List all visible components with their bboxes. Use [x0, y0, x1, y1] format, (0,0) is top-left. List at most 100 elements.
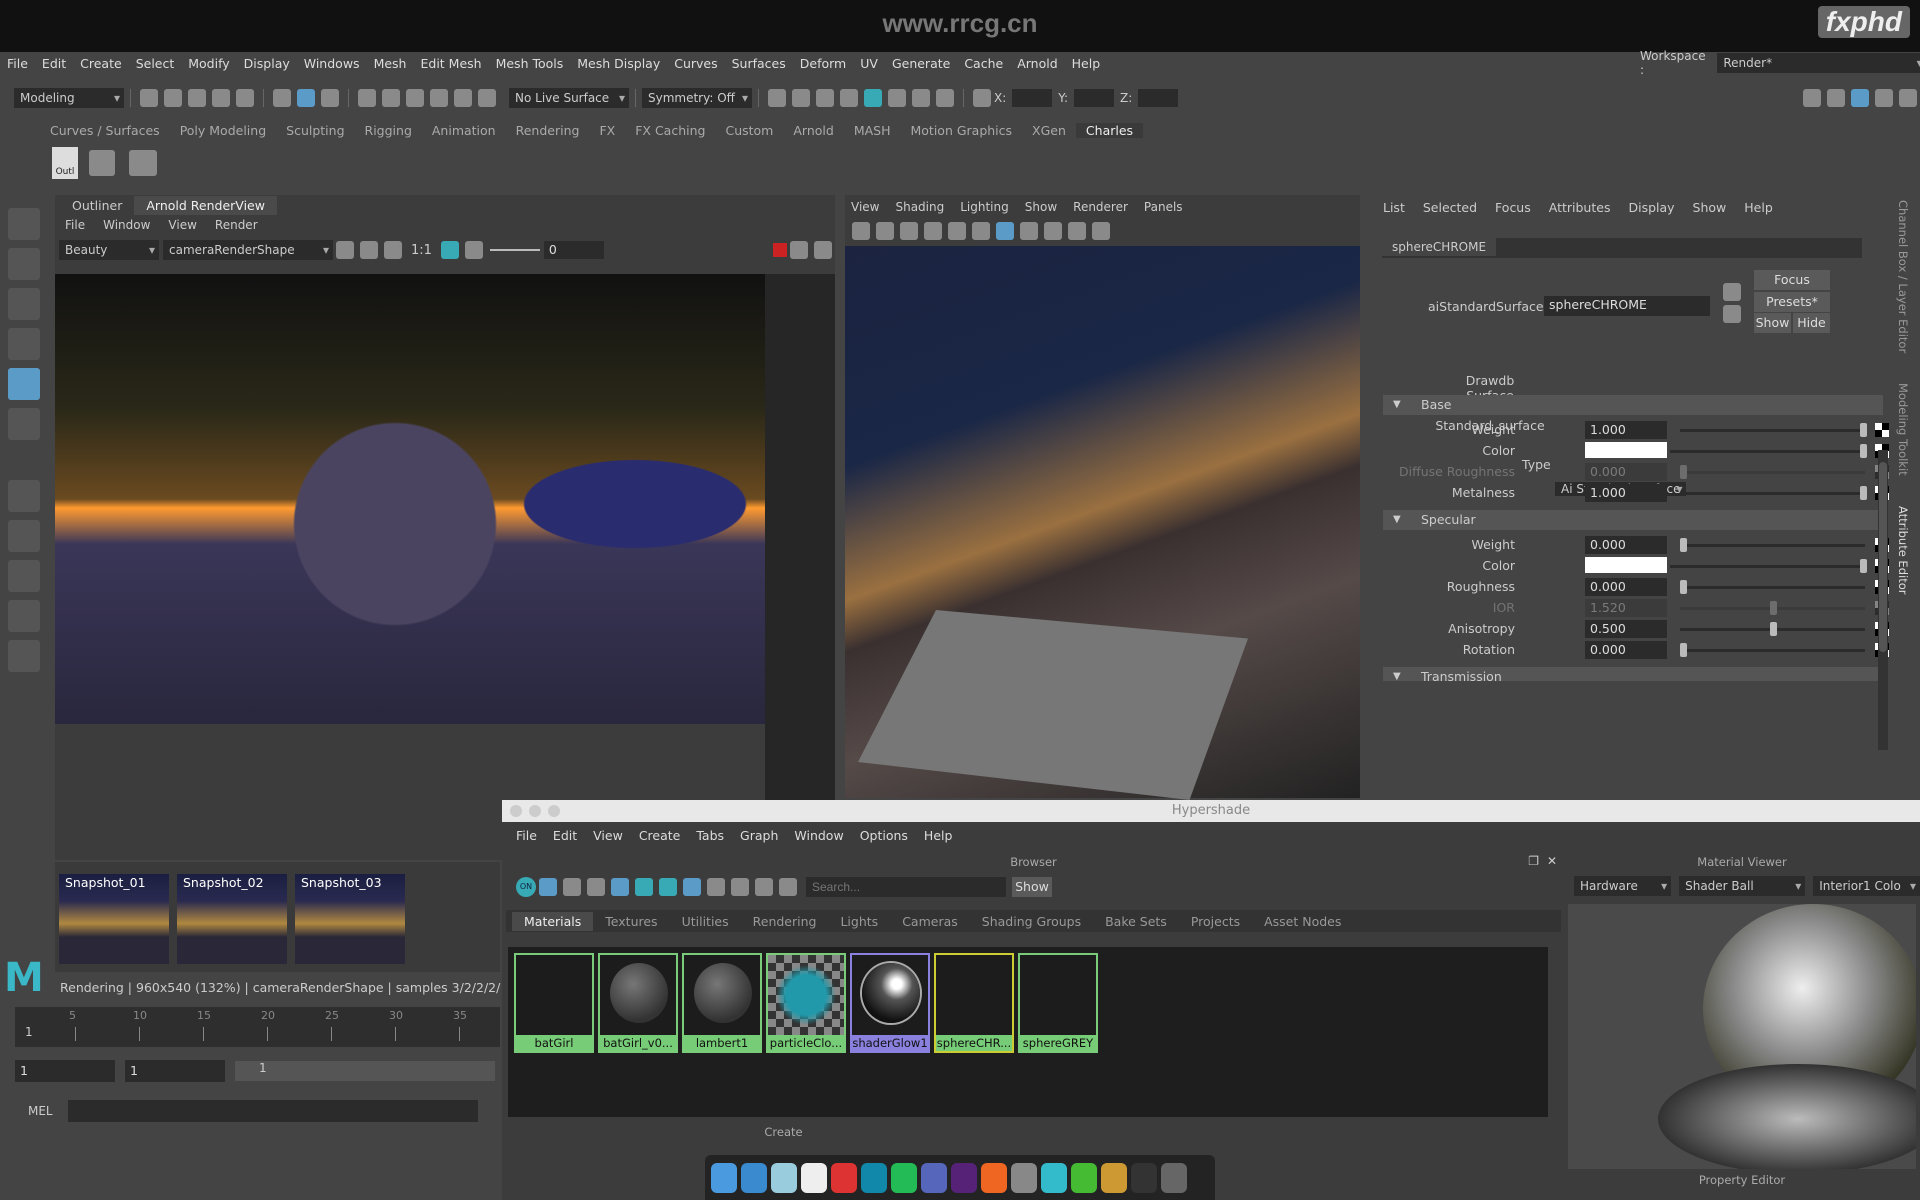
attr-scrollbar[interactable] [1878, 450, 1888, 750]
finder-icon[interactable] [711, 1162, 737, 1193]
snapshot-thumbnail[interactable]: Snapshot_03 [295, 874, 405, 964]
hypershade-menu-window[interactable]: Window [786, 828, 851, 843]
slack-icon[interactable] [951, 1162, 977, 1193]
attr-value-field[interactable]: 0.000 [1585, 463, 1667, 481]
light-editor-icon[interactable] [912, 89, 930, 107]
attr-slider-knob[interactable] [1680, 643, 1687, 657]
menu-file[interactable]: File [0, 56, 35, 71]
snap-surface-icon[interactable] [454, 89, 472, 107]
calendar-icon[interactable] [801, 1162, 827, 1193]
attr-slider-track[interactable] [1670, 450, 1865, 453]
hypershade-menu-edit[interactable]: Edit [545, 828, 585, 843]
browser-tab-materials[interactable]: Materials [512, 911, 594, 931]
system-prefs-icon[interactable] [1011, 1162, 1037, 1193]
side-tab-modeling-toolkit[interactable]: Modeling Toolkit [1896, 383, 1910, 476]
trash-icon[interactable] [1161, 1162, 1187, 1193]
attr-menu-show[interactable]: Show [1684, 200, 1736, 215]
film-gate-icon[interactable] [948, 222, 966, 240]
attr-slider-track[interactable] [1680, 492, 1865, 495]
menu-modify[interactable]: Modify [181, 56, 236, 71]
browser-tab-shading-groups[interactable]: Shading Groups [970, 912, 1093, 931]
render-frame-icon[interactable] [792, 89, 810, 107]
mode-select[interactable]: Modeling [14, 88, 124, 108]
activity-icon[interactable] [1131, 1162, 1157, 1193]
refresh-icon[interactable] [755, 878, 773, 896]
sort-name-icon[interactable] [683, 878, 701, 896]
wireframe-icon[interactable] [972, 222, 990, 240]
close-window-button[interactable] [510, 805, 522, 817]
outliner-layout-icon[interactable] [8, 640, 40, 672]
channel-box-icon[interactable] [1875, 89, 1893, 107]
hypershade-menu-view[interactable]: View [585, 828, 631, 843]
attr-slider-track[interactable] [1680, 429, 1865, 432]
list-view-icon[interactable] [563, 878, 581, 896]
material-swatch[interactable]: particleClo... [766, 953, 846, 1053]
attr-value-field[interactable]: 0.000 [1585, 536, 1667, 554]
attr-value-field[interactable]: 1.520 [1585, 599, 1667, 617]
render-image[interactable] [55, 274, 765, 724]
material-swatch[interactable]: shaderGlow1 [850, 953, 930, 1053]
shelf-tab-xgen[interactable]: XGen [1022, 123, 1076, 138]
render-settings-icon[interactable] [840, 89, 858, 107]
float-panel-icon[interactable]: ❐ [1528, 854, 1539, 868]
attr-slider-knob[interactable] [1860, 444, 1867, 458]
tab-arnold-renderview[interactable]: Arnold RenderView [134, 195, 277, 215]
outliner-shelf-icon[interactable]: Outl [52, 147, 78, 179]
shelf-tab-rendering[interactable]: Rendering [506, 123, 590, 138]
attr-slider-knob[interactable] [1860, 559, 1867, 573]
scale-tool-icon[interactable] [8, 408, 40, 440]
hypershade-shelf-icon[interactable] [89, 150, 115, 176]
icon-view-icon[interactable] [539, 878, 557, 896]
attr-slider-knob[interactable] [1770, 601, 1777, 615]
modeling-toolkit-icon[interactable] [1827, 89, 1845, 107]
attr-menu-display[interactable]: Display [1619, 200, 1683, 215]
x-field[interactable] [1012, 89, 1053, 107]
map-button-checker-icon[interactable] [1875, 423, 1889, 437]
new-scene-icon[interactable] [140, 89, 158, 107]
hypershade-menu-tabs[interactable]: Tabs [688, 828, 732, 843]
zoom-window-button[interactable] [548, 805, 560, 817]
viewport-menu-panels[interactable]: Panels [1144, 200, 1183, 214]
shelf-tab-rigging[interactable]: Rigging [355, 123, 422, 138]
whatsapp-icon[interactable] [891, 1162, 917, 1193]
attr-slider-track[interactable] [1680, 471, 1865, 474]
shelf-tab-curves-surfaces[interactable]: Curves / Surfaces [40, 123, 170, 138]
attr-slider-knob[interactable] [1860, 423, 1867, 437]
material-preview[interactable] [1568, 904, 1916, 1169]
renderview-menu-file[interactable]: File [65, 218, 85, 232]
browser-tab-cameras[interactable]: Cameras [890, 912, 970, 931]
range-start-field[interactable]: 1 [125, 1060, 225, 1082]
shelf-tab-motion-graphics[interactable]: Motion Graphics [900, 123, 1022, 138]
sort-type-icon[interactable] [707, 878, 725, 896]
lights-icon[interactable] [1044, 222, 1062, 240]
node-tab[interactable]: sphereCHROME [1382, 238, 1497, 256]
news-icon[interactable] [831, 1162, 857, 1193]
close-panel-icon[interactable]: ✕ [1547, 854, 1557, 868]
snapshot-thumbnail[interactable]: Snapshot_01 [59, 874, 169, 964]
snapshot-thumbnail[interactable]: Snapshot_02 [177, 874, 287, 964]
renderview-menu-view[interactable]: View [168, 218, 196, 232]
show-button[interactable]: Show [1754, 313, 1791, 333]
rotate-tool-icon[interactable] [8, 368, 40, 400]
layout-two-icon[interactable] [8, 600, 40, 632]
menu-display[interactable]: Display [237, 56, 297, 71]
shelf-tab-mash[interactable]: MASH [844, 123, 901, 138]
browser-tab-asset-nodes[interactable]: Asset Nodes [1252, 912, 1353, 931]
attr-menu-list[interactable]: List [1374, 200, 1414, 215]
camera-icon[interactable] [852, 222, 870, 240]
attr-value-field[interactable]: 0.500 [1585, 620, 1667, 638]
settings-gear-icon[interactable] [814, 241, 832, 259]
hypershade-menu-options[interactable]: Options [852, 828, 916, 843]
symmetry-select[interactable]: Symmetry: Off [642, 88, 752, 108]
shelf-tab-poly-modeling[interactable]: Poly Modeling [170, 123, 276, 138]
transform-input-icon[interactable] [973, 89, 991, 107]
sort-time-icon[interactable] [731, 878, 749, 896]
grid-icon[interactable] [924, 222, 942, 240]
snap-live-icon[interactable] [478, 89, 496, 107]
menu-curves[interactable]: Curves [667, 56, 724, 71]
input-connection-icon[interactable] [1723, 283, 1741, 301]
mel-input[interactable] [68, 1100, 478, 1122]
presets-button[interactable]: Presets* [1754, 292, 1830, 312]
hide-button[interactable]: Hide [1793, 313, 1830, 333]
menu-select[interactable]: Select [129, 56, 182, 71]
